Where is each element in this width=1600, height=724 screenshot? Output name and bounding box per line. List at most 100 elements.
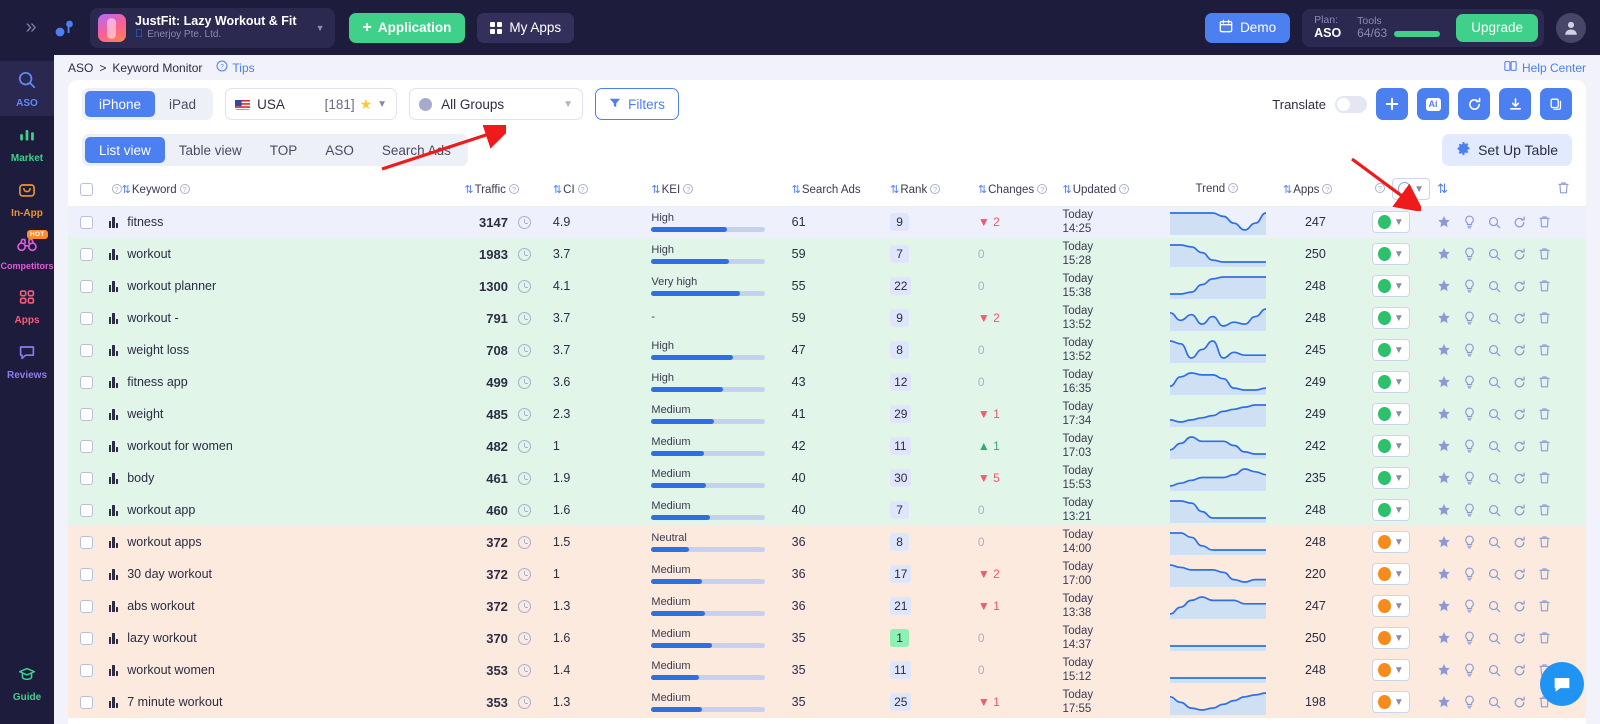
row-checkbox[interactable] [80,663,93,677]
trash-icon[interactable] [1538,375,1551,389]
magnifier-icon[interactable] [1488,408,1501,421]
table-row[interactable]: abs workout 372 1.3 Medium 36 21 ▼ 1 Today 13:38… [68,590,1586,622]
sidebar-item-competitors[interactable]: HOT Competitors [0,226,54,278]
bulb-icon[interactable] [1463,375,1476,389]
bulb-icon[interactable] [1463,471,1476,485]
refresh-icon[interactable] [1513,696,1526,709]
sidebar-collapse-icon[interactable]: » [14,16,48,39]
keyword-chart-icon[interactable] [108,696,119,708]
refresh-icon[interactable] [1513,472,1526,485]
magnifier-icon[interactable] [1488,504,1501,517]
star-icon[interactable] [1437,311,1451,325]
bulb-icon[interactable] [1463,407,1476,421]
magnifier-icon[interactable] [1488,472,1501,485]
magnifier-icon[interactable] [1488,376,1501,389]
history-clock-icon[interactable] [517,663,531,677]
upgrade-button[interactable]: Upgrade [1456,13,1538,42]
history-clock-icon[interactable] [517,247,531,261]
star-icon[interactable] [1437,535,1451,549]
status-select[interactable]: ▼ [1371,659,1410,681]
bulb-icon[interactable] [1463,215,1476,229]
table-row[interactable]: workout app 460 1.6 Medium 40 7 0 Today 13:21 248… [68,494,1586,526]
keyword-chart-icon[interactable] [108,504,119,516]
refresh-icon[interactable] [1513,280,1526,293]
magnifier-icon[interactable] [1488,696,1501,709]
trash-icon[interactable] [1538,343,1551,357]
trash-icon[interactable] [1557,181,1570,198]
keyword-chart-icon[interactable] [108,472,119,484]
bulb-icon[interactable] [1463,567,1476,581]
magnifier-icon[interactable] [1488,216,1501,229]
history-clock-icon[interactable] [517,311,531,325]
history-clock-icon[interactable] [517,375,531,389]
bulb-icon[interactable] [1463,311,1476,325]
refresh-icon[interactable] [1513,408,1526,421]
th-search-ads[interactable]: ⇅Search Ads [792,172,890,206]
table-row[interactable]: body 461 1.9 Medium 40 30 ▼ 5 Today 15:53 235 ▼ [68,462,1586,494]
my-apps-button[interactable]: My Apps [477,12,575,43]
keyword-chart-icon[interactable] [108,568,119,580]
magnifier-icon[interactable] [1488,536,1501,549]
keyword-chart-icon[interactable] [108,408,119,420]
chat-support-button[interactable] [1540,662,1584,706]
row-checkbox[interactable] [80,535,93,549]
magnifier-icon[interactable] [1488,280,1501,293]
row-checkbox[interactable] [80,247,93,261]
status-select[interactable]: ▼ [1371,403,1410,425]
refresh-icon[interactable] [1513,600,1526,613]
th-updated[interactable]: ⇅Updated? [1062,172,1169,206]
trash-icon[interactable] [1538,567,1551,581]
row-checkbox[interactable] [80,407,93,421]
status-select[interactable]: ▼ [1371,243,1410,265]
star-icon[interactable] [1437,631,1451,645]
row-checkbox[interactable] [80,695,93,709]
keyword-chart-icon[interactable] [108,312,119,324]
trash-icon[interactable] [1538,599,1551,613]
magnifier-icon[interactable] [1488,632,1501,645]
th-keyword[interactable]: ? ⇅Keyword? [109,172,454,206]
refresh-icon[interactable] [1513,536,1526,549]
trash-icon[interactable] [1538,503,1551,517]
row-checkbox[interactable] [80,375,93,389]
sidebar-item-market[interactable]: Market [0,116,54,171]
trash-icon[interactable] [1538,407,1551,421]
refresh-icon[interactable] [1513,376,1526,389]
magnifier-icon[interactable] [1488,600,1501,613]
tab-iphone[interactable]: iPhone [85,91,156,117]
sidebar-item-apps[interactable]: Apps [0,278,54,333]
star-icon[interactable] [1437,247,1451,261]
application-button[interactable]: + Application [348,12,466,43]
row-checkbox[interactable] [80,471,93,485]
star-icon[interactable] [1437,567,1451,581]
refresh-icon[interactable] [1513,664,1526,677]
avatar[interactable] [1556,12,1586,43]
keyword-chart-icon[interactable] [108,344,119,356]
history-clock-icon[interactable] [517,503,531,517]
set-up-table-button[interactable]: Set Up Table [1442,134,1572,166]
status-select[interactable]: ▼ [1371,627,1410,649]
table-row[interactable]: 30 day workout 372 1 Medium 36 17 ▼ 2 Today 17:0… [68,558,1586,590]
row-checkbox[interactable] [80,311,93,325]
help-center-link[interactable]: Help Center [1504,60,1586,75]
row-checkbox[interactable] [80,503,93,517]
status-select[interactable]: ▼ [1371,371,1410,393]
status-select[interactable]: ▼ [1371,339,1410,361]
refresh-icon[interactable] [1513,248,1526,261]
star-icon[interactable] [1437,279,1451,293]
copy-button[interactable] [1540,88,1572,120]
bulb-icon[interactable] [1463,503,1476,517]
table-row[interactable]: workout women 353 1.4 Medium 35 11 0 Today 15:12… [68,654,1586,686]
row-checkbox[interactable] [80,567,93,581]
country-selector[interactable]: USA [181] ★ ▼ [225,88,398,120]
trash-icon[interactable] [1538,631,1551,645]
table-row[interactable]: workout apps 372 1.5 Neutral 36 8 0 Today 14:00 2… [68,526,1586,558]
table-row[interactable]: fitness 3147 4.9 High 61 9 ▼ 2 Today 14:25 247 ▼ [68,206,1586,238]
status-select[interactable]: ▼ [1371,531,1410,553]
magnifier-icon[interactable] [1488,312,1501,325]
sort-icon[interactable]: ⇅ [1437,181,1448,196]
tab-ipad[interactable]: iPad [155,91,210,117]
magnifier-icon[interactable] [1488,344,1501,357]
star-icon[interactable] [1437,375,1451,389]
row-checkbox[interactable] [80,279,93,293]
table-row[interactable]: workout - 791 3.7 - 59 9 ▼ 2 Today 13:52 248 ▼ [68,302,1586,334]
